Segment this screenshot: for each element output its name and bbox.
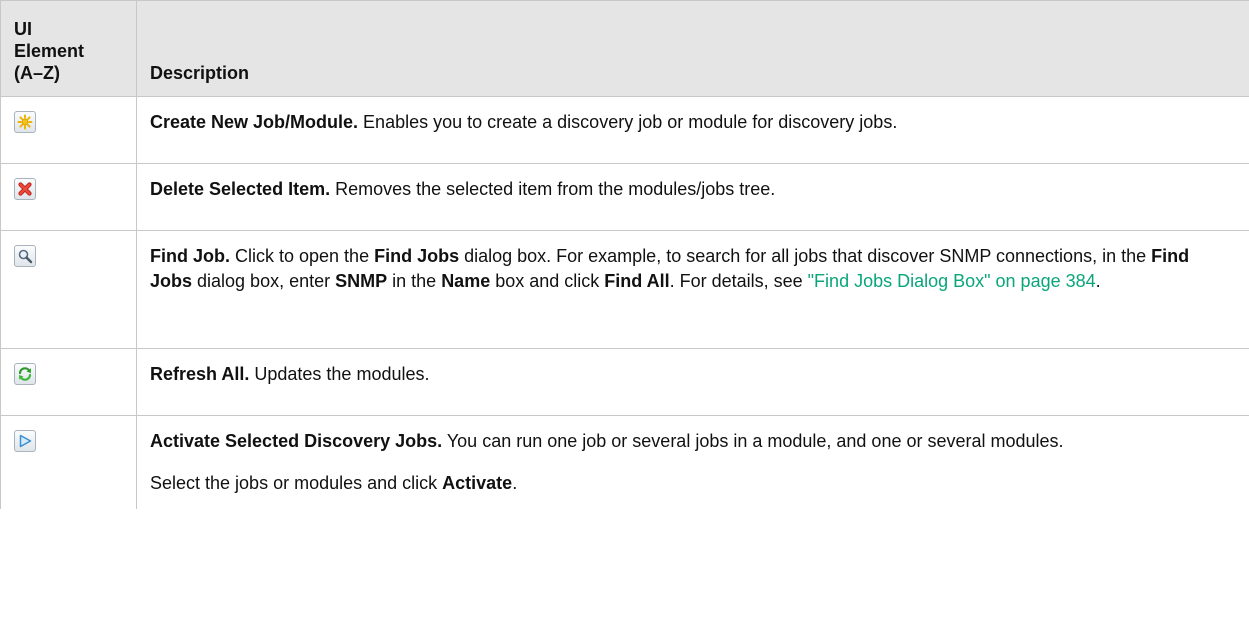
ui-term-name: Name xyxy=(441,271,491,291)
table-row: Activate Selected Discovery Jobs. You ca… xyxy=(0,415,1249,509)
description-text: Delete Selected Item. Removes the select… xyxy=(150,177,1235,202)
text-fragment: dialog box, enter xyxy=(192,271,336,291)
header-row: UI Element (A–Z) Description xyxy=(0,0,1249,97)
description-text: Activate Selected Discovery Jobs. You ca… xyxy=(150,429,1235,454)
description-cell: Refresh All. Updates the modules. xyxy=(136,348,1249,416)
description-body: Enables you to create a discovery job or… xyxy=(358,112,898,132)
table-header: UI Element (A–Z) Description xyxy=(0,0,1249,97)
term-label: Create New Job/Module. xyxy=(150,112,359,132)
term-label: Find Job. xyxy=(150,246,230,266)
ui-term-snmp: SNMP xyxy=(335,271,388,291)
term-label: Delete Selected Item. xyxy=(150,179,331,199)
description-text: Find Job. Click to open the Find Jobs di… xyxy=(150,244,1235,294)
header-line: (A–Z) xyxy=(14,63,60,83)
column-header-description: Description xyxy=(136,0,1249,97)
description-body: Updates the modules. xyxy=(249,364,430,384)
description-cell: Activate Selected Discovery Jobs. You ca… xyxy=(136,415,1249,509)
icon-cell xyxy=(0,415,137,509)
text-fragment: Click to open the xyxy=(230,246,375,266)
ui-term-activate: Activate xyxy=(442,473,513,493)
description-text-secondary: Select the jobs or modules and click Act… xyxy=(150,471,1235,496)
description-body: Removes the selected item from the modul… xyxy=(330,179,776,199)
icon-cell xyxy=(0,163,137,231)
create-new-star-icon xyxy=(14,111,36,133)
play-triangle-icon xyxy=(14,430,36,452)
ui-term-find-all: Find All xyxy=(604,271,670,291)
description-cell: Find Job. Click to open the Find Jobs di… xyxy=(136,230,1249,349)
description-text: Refresh All. Updates the modules. xyxy=(150,362,1235,387)
description-text: Create New Job/Module. Enables you to cr… xyxy=(150,110,1235,135)
table-row: Find Job. Click to open the Find Jobs di… xyxy=(0,230,1249,349)
text-fragment: . For details, see xyxy=(669,271,808,291)
term-label: Activate Selected Discovery Jobs. xyxy=(150,431,443,451)
description-cell: Delete Selected Item. Removes the select… xyxy=(136,163,1249,231)
header-line: Element xyxy=(14,41,85,61)
delete-x-icon xyxy=(14,178,36,200)
magnifier-search-icon xyxy=(14,245,36,267)
table-row: Refresh All. Updates the modules. xyxy=(0,348,1249,416)
table-row: Create New Job/Module. Enables you to cr… xyxy=(0,96,1249,164)
table-body: Create New Job/Module. Enables you to cr… xyxy=(0,96,1249,509)
refresh-arrows-icon xyxy=(14,363,36,385)
icon-cell xyxy=(0,230,137,349)
term-label: Refresh All. xyxy=(150,364,250,384)
text-fragment: dialog box. For example, to search for a… xyxy=(459,246,1152,266)
text-fragment: . xyxy=(1095,271,1101,291)
text-fragment: box and click xyxy=(490,271,605,291)
icon-cell xyxy=(0,348,137,416)
text-fragment: Select the jobs or modules and click xyxy=(150,473,443,493)
ui-term-find-jobs: Find Jobs xyxy=(374,246,460,266)
text-fragment: . xyxy=(512,473,518,493)
column-header-ui-element: UI Element (A–Z) xyxy=(0,0,137,97)
find-jobs-dialog-link[interactable]: "Find Jobs Dialog Box" on page 384 xyxy=(808,271,1096,291)
description-body: You can run one job or several jobs in a… xyxy=(442,431,1064,451)
ui-element-table: UI Element (A–Z) Description Create New … xyxy=(0,0,1249,509)
description-cell: Create New Job/Module. Enables you to cr… xyxy=(136,96,1249,164)
text-fragment: in the xyxy=(387,271,442,291)
header-line: UI xyxy=(14,19,32,39)
icon-cell xyxy=(0,96,137,164)
table-row: Delete Selected Item. Removes the select… xyxy=(0,163,1249,231)
